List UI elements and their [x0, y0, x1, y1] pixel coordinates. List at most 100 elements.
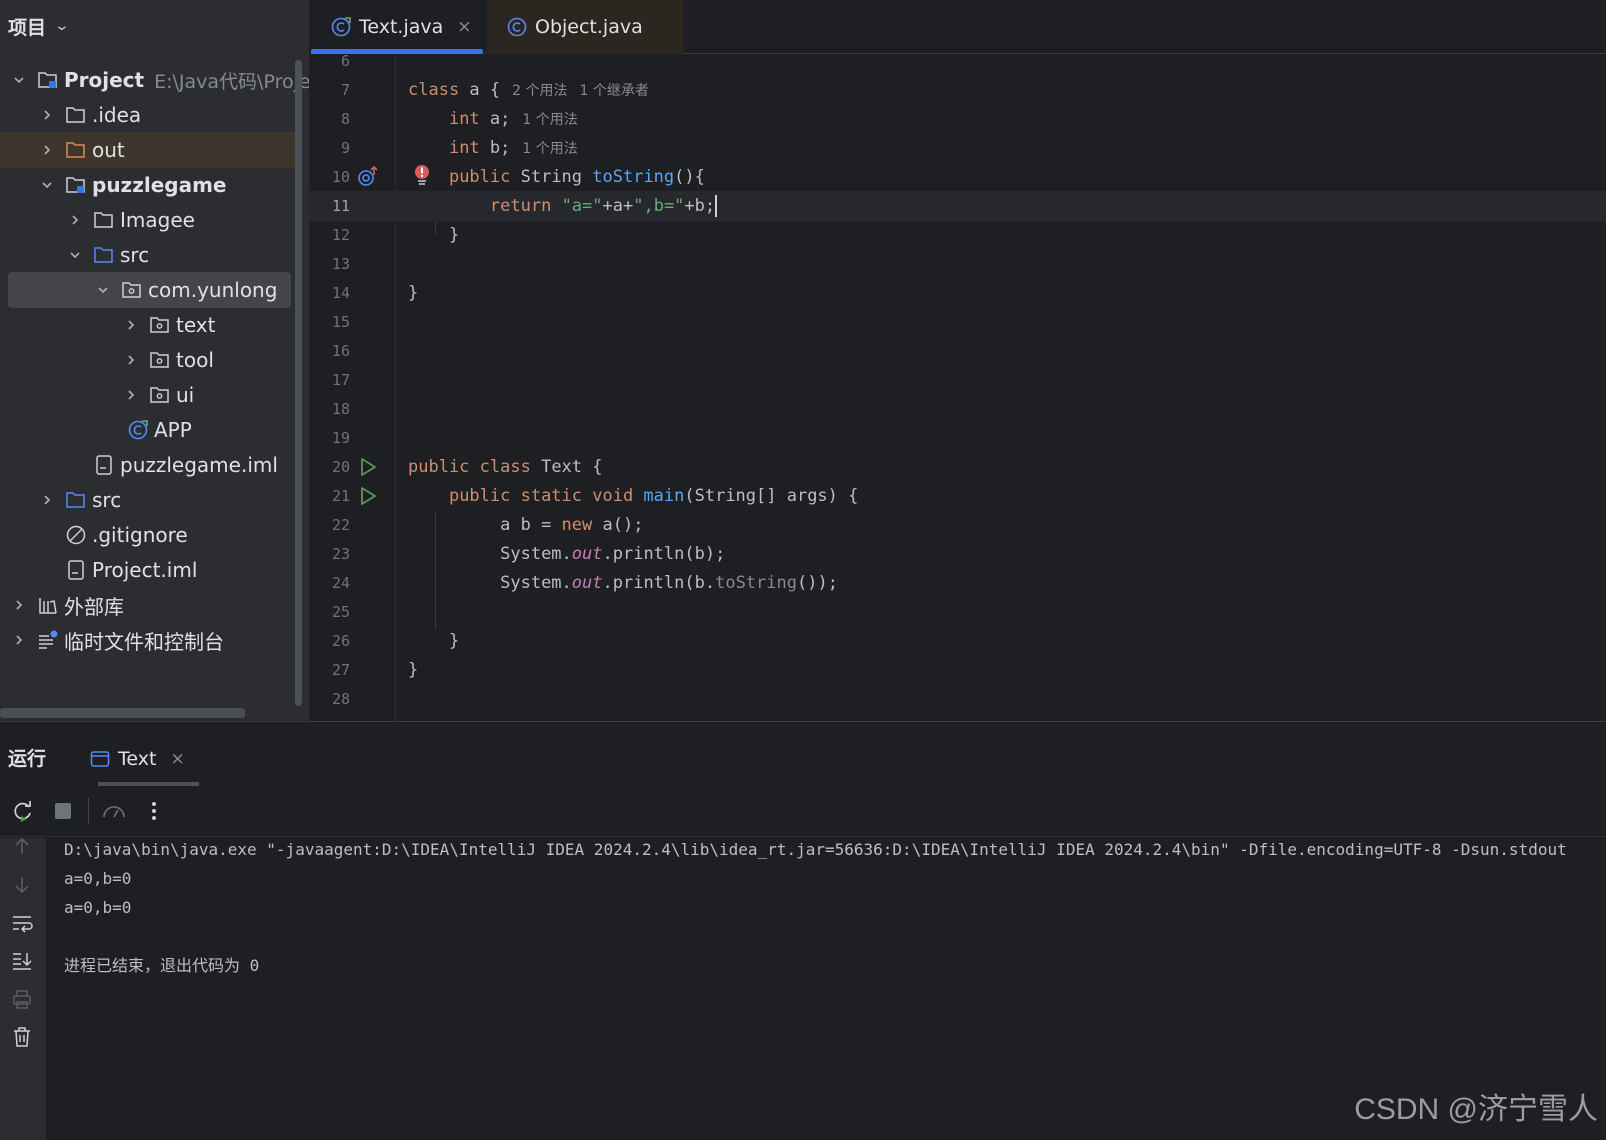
soft-wrap-icon[interactable] — [5, 908, 39, 938]
tree-item-idea[interactable]: .idea — [0, 97, 309, 133]
arrow-up-icon[interactable] — [5, 831, 39, 861]
chevron-right-icon[interactable] — [36, 139, 58, 161]
tree-item-project[interactable]: Project E:\Java代码\Projec — [0, 62, 309, 98]
chevron-right-icon[interactable] — [8, 629, 30, 651]
console-line: D:\java\bin\java.exe "-javaagent:D:\IDEA… — [64, 840, 1567, 859]
tree-item-com-yunlong[interactable]: com.yunlong — [8, 272, 291, 308]
code-token: return — [489, 196, 552, 216]
line-number: 26 — [331, 632, 350, 650]
project-panel: 项目 ⌄ Project E:\Java代码\Projec .idea out — [0, 0, 309, 721]
tree-item-label: Project.iml — [92, 558, 198, 582]
chevron-right-icon[interactable] — [64, 209, 86, 231]
tree-item-tool[interactable]: tool — [0, 342, 309, 378]
code-token: +a+ — [602, 196, 634, 216]
code-token: a b = — [500, 515, 562, 535]
chevron-right-icon[interactable] — [120, 314, 142, 336]
profiler-icon[interactable] — [99, 796, 129, 826]
tree-item-external-libraries[interactable]: 外部库 — [0, 587, 309, 623]
package-icon — [148, 313, 172, 337]
code-line: 19 — [309, 423, 1606, 453]
code-editor[interactable]: 6 7 class a {2 个用法 1 个继承者 8 int a; 1 个用法 9 … — [309, 54, 1606, 721]
tree-item-out[interactable]: out — [0, 132, 297, 168]
tree-item-label: APP — [154, 418, 192, 442]
usage-hint[interactable]: 1 个用法 — [522, 109, 577, 129]
tree-item-src[interactable]: src — [0, 237, 309, 273]
tree-item-label: ui — [176, 383, 195, 407]
inheritor-hint[interactable]: 1 个继承者 — [580, 80, 649, 100]
run-icon[interactable] — [358, 486, 378, 510]
code-token: a { — [459, 80, 501, 100]
tree-item-scratches[interactable]: 临时文件和控制台 — [0, 622, 309, 658]
console-line: a=0,b=0 — [64, 898, 132, 917]
line-number: 20 — [331, 458, 350, 476]
tree-item-gitignore[interactable]: .gitignore — [0, 517, 309, 553]
tab-label: Object.java — [535, 16, 643, 38]
code-line: 9 int b; 1 个用法 — [309, 133, 1606, 163]
code-line: 27} — [309, 655, 1606, 685]
code-token: a; — [479, 109, 511, 129]
error-bulb-icon[interactable] — [413, 164, 431, 193]
close-icon[interactable]: × — [457, 17, 471, 37]
code-token: } — [448, 631, 460, 651]
usage-hint[interactable]: 1 个用法 — [522, 138, 577, 158]
tree-item-label: src — [92, 488, 122, 512]
tree-item-puzzlegame-iml[interactable]: puzzlegame.iml — [0, 447, 309, 483]
chevron-down-icon[interactable] — [8, 69, 30, 91]
tree-item-label: Project — [64, 68, 145, 92]
code-token: .println(b. — [602, 573, 716, 593]
toolbar-separator — [88, 797, 89, 824]
project-panel-header[interactable]: 项目 ⌄ — [0, 0, 309, 52]
tree-item-label: 外部库 — [64, 594, 124, 619]
chevron-right-icon[interactable] — [120, 384, 142, 406]
arrow-down-icon[interactable] — [5, 870, 39, 900]
chevron-down-icon[interactable] — [36, 174, 58, 196]
run-tab-text[interactable]: Text × — [88, 734, 199, 786]
chevron-right-icon[interactable] — [8, 594, 30, 616]
code-line: 14} — [309, 278, 1606, 308]
tree-item-imagee[interactable]: Imagee — [0, 202, 309, 238]
trash-icon[interactable] — [5, 1022, 39, 1052]
tree-item-puzzlegame[interactable]: puzzlegame — [0, 167, 309, 203]
console-line: 进程已结束，退出代码为 0 — [64, 956, 260, 975]
scroll-to-end-icon[interactable] — [5, 946, 39, 976]
print-icon[interactable] — [5, 984, 39, 1014]
tree-item-ui[interactable]: ui — [0, 377, 309, 413]
project-vertical-scrollbar[interactable] — [295, 60, 302, 706]
line-number: 25 — [331, 603, 350, 621]
code-line: 12 } — [309, 220, 1606, 250]
code-token: "a=" — [561, 196, 603, 216]
code-token: toString — [715, 573, 797, 593]
chevron-right-icon[interactable] — [36, 489, 58, 511]
project-horizontal-scrollbar[interactable] — [0, 708, 245, 718]
code-token: +b; — [684, 196, 716, 216]
tree-item-project-iml[interactable]: Project.iml — [0, 552, 309, 588]
run-icon[interactable] — [358, 457, 378, 481]
chevron-down-icon[interactable] — [64, 244, 86, 266]
line-number: 6 — [340, 54, 350, 70]
rerun-icon[interactable] — [8, 796, 38, 826]
tab-text-java[interactable]: Text.java × — [309, 0, 487, 54]
stop-icon[interactable] — [48, 796, 78, 826]
usage-hint[interactable]: 2 个用法 — [512, 80, 567, 100]
tree-item-path: E:\Java代码\Projec — [154, 70, 309, 93]
java-class-icon — [126, 418, 150, 442]
tree-item-app[interactable]: APP — [0, 412, 309, 448]
code-token: } — [408, 660, 419, 680]
chevron-down-icon[interactable]: ⌄ — [54, 18, 69, 34]
line-number: 21 — [331, 487, 350, 505]
more-options-icon[interactable] — [139, 796, 169, 826]
tree-item-label: puzzlegame — [92, 173, 227, 197]
tree-item-src-root[interactable]: src — [0, 482, 309, 518]
chevron-right-icon[interactable] — [36, 104, 58, 126]
close-icon[interactable]: × — [170, 749, 184, 769]
tree-item-text[interactable]: text — [0, 307, 309, 343]
tab-object-java[interactable]: Object.java — [487, 0, 683, 54]
override-method-icon[interactable] — [356, 165, 382, 193]
folder-icon — [92, 208, 116, 232]
code-token: (String[] args) { — [684, 486, 859, 506]
chevron-right-icon[interactable] — [120, 349, 142, 371]
java-class-icon — [505, 15, 529, 39]
code-line: 15 — [309, 307, 1606, 337]
code-token: System. — [500, 544, 572, 564]
chevron-down-icon[interactable] — [92, 279, 114, 301]
